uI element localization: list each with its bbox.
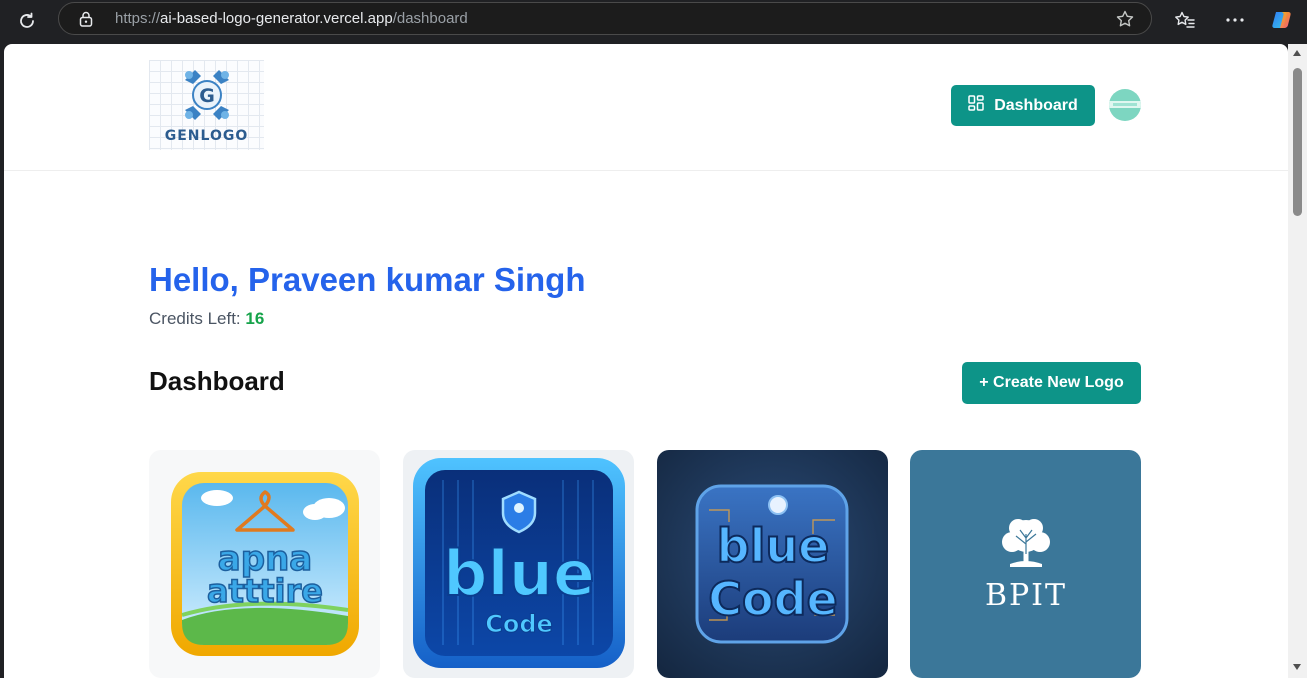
credits-text: Credits Left: 16 xyxy=(149,309,264,329)
logo-card-bpit[interactable]: BPIT xyxy=(910,450,1141,678)
code-text-2: Code xyxy=(708,572,838,626)
greeting-heading: Hello, Praveen kumar Singh xyxy=(149,261,586,298)
dashboard-button-label: Dashboard xyxy=(994,96,1078,114)
credits-label: Credits Left: xyxy=(149,309,246,328)
more-menu-icon[interactable] xyxy=(1223,8,1247,32)
scroll-down-arrow-icon[interactable] xyxy=(1293,664,1301,670)
credits-value: 16 xyxy=(245,309,265,328)
browser-toolbar: https://ai-based-logo-generator.vercel.a… xyxy=(0,0,1307,42)
page-viewport: G GENLOGO Dashboard Hello, Praveen kumar… xyxy=(4,44,1288,678)
logo-text: GENLOGO xyxy=(164,128,249,144)
logo-card-apna-atttire[interactable]: apna atttire xyxy=(149,450,380,678)
code-text: Code xyxy=(485,610,553,638)
dashboard-button[interactable]: Dashboard xyxy=(951,85,1095,126)
blue-text: blue xyxy=(443,537,595,610)
avatar-band-inner xyxy=(1113,103,1137,106)
copilot-icon[interactable] xyxy=(1270,8,1294,32)
logo-letter: G xyxy=(199,85,215,107)
favorites-list-icon[interactable] xyxy=(1173,8,1197,32)
scroll-up-arrow-icon[interactable] xyxy=(1293,50,1301,56)
atttire-text: atttire xyxy=(207,572,323,610)
bpit-text: BPIT xyxy=(985,578,1067,613)
genlogo-mark-icon: G xyxy=(185,70,229,120)
site-header: G GENLOGO Dashboard xyxy=(4,44,1288,171)
url-text: https://ai-based-logo-generator.vercel.a… xyxy=(115,10,468,27)
genlogo-logo[interactable]: G GENLOGO xyxy=(149,60,264,150)
address-bar[interactable]: https://ai-based-logo-generator.vercel.a… xyxy=(58,2,1152,35)
user-avatar[interactable] xyxy=(1109,89,1141,121)
url-host: ai-based-logo-generator.vercel.app xyxy=(160,10,393,27)
favorite-star-icon[interactable] xyxy=(1115,9,1135,33)
create-new-logo-button[interactable]: + Create New Logo xyxy=(962,362,1141,404)
page-scrollbar[interactable] xyxy=(1288,44,1307,678)
logo-card-blue-code-2[interactable]: blue Code xyxy=(657,450,888,678)
logo-card-blue-code-1[interactable]: blue Code xyxy=(403,450,634,678)
lock-icon[interactable] xyxy=(79,11,93,31)
dashboard-section-title: Dashboard xyxy=(149,366,285,396)
url-prefix: https:// xyxy=(115,10,161,27)
reload-icon[interactable] xyxy=(14,8,40,34)
dashboard-grid-icon xyxy=(968,95,984,116)
scrollbar-thumb[interactable] xyxy=(1293,68,1302,216)
url-path: /dashboard xyxy=(392,10,468,27)
blue-text-2: blue xyxy=(717,519,830,573)
